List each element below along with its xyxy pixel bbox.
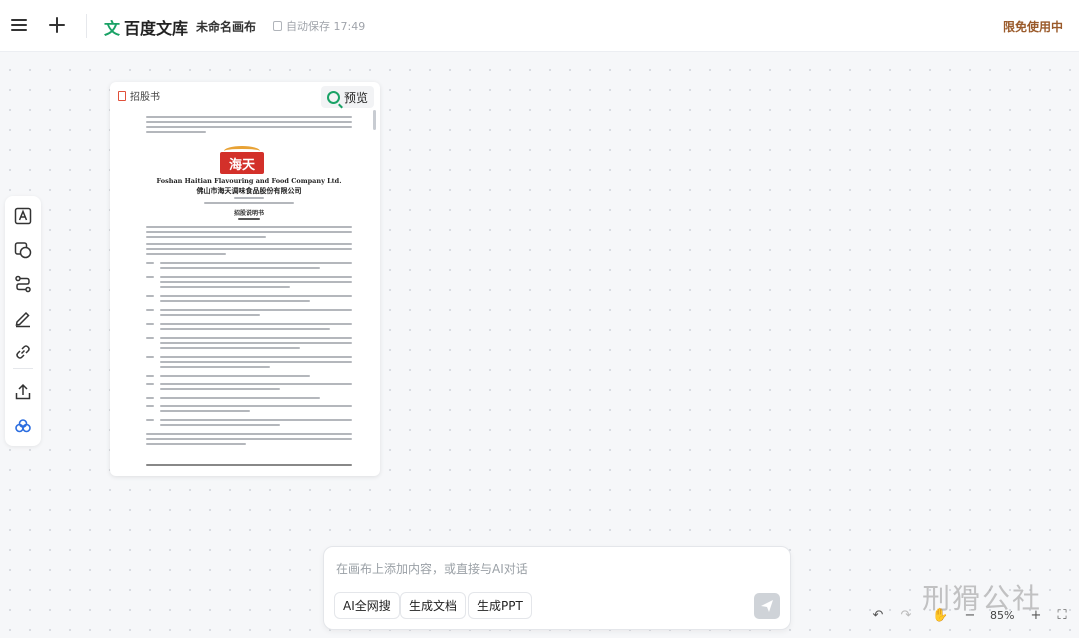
top-bar: 文 百度文库 未命名画布 自动保存 17:49 限免使用中 <box>0 0 1079 52</box>
fit-screen-icon[interactable]: ⛶ <box>1054 608 1070 624</box>
connector-icon[interactable] <box>13 274 33 294</box>
brand-icon: 文 <box>104 19 121 38</box>
generate-ppt-button[interactable]: 生成PPT <box>468 592 532 619</box>
zoom-controls: ↶ ↷ ✋ − 85% + ⛶ <box>868 604 1073 628</box>
ai-search-button[interactable]: AI全网搜 <box>334 592 400 619</box>
ai-chat-box: AI全网搜 生成文档 生成PPT <box>323 546 791 630</box>
preview-icon <box>326 90 340 104</box>
divider <box>86 14 87 38</box>
link-icon[interactable] <box>13 342 33 362</box>
brand-name: 百度文库 <box>124 19 189 38</box>
upload-icon[interactable] <box>13 382 33 402</box>
zoom-out-icon[interactable]: − <box>962 608 978 624</box>
send-button[interactable] <box>754 593 780 619</box>
preview-label: 预览 <box>343 90 368 105</box>
redo-icon[interactable]: ↷ <box>898 608 914 624</box>
send-icon <box>761 600 773 612</box>
brand-logo[interactable]: 文 百度文库 <box>104 15 188 39</box>
toolbar-divider <box>13 368 33 369</box>
zoom-level[interactable]: 85% <box>990 609 1014 622</box>
file-name: 招股书 <box>130 92 160 103</box>
autosave-status: 自动保存 17:49 <box>273 18 365 34</box>
page-heading: 招股说明书 <box>233 210 264 217</box>
company-name-en: Foshan Haitian Flavouring and Food Compa… <box>156 177 342 185</box>
canvas-title[interactable]: 未命名画布 <box>196 18 256 35</box>
preview-button[interactable]: 预览 <box>320 86 374 108</box>
save-icon <box>273 21 282 31</box>
generate-doc-button[interactable]: 生成文档 <box>400 592 467 619</box>
text-box-icon[interactable] <box>13 206 33 226</box>
left-toolbar <box>5 196 41 446</box>
pdf-icon <box>118 90 126 101</box>
company-logo: 海天 <box>220 152 264 174</box>
document-card[interactable]: 招股书 预览 海天 Foshan Haitian Flavouring and … <box>110 82 380 476</box>
scrollbar[interactable] <box>373 110 376 130</box>
ai-cloud-icon[interactable] <box>13 416 33 436</box>
zoom-in-icon[interactable]: + <box>1028 608 1044 624</box>
card-header: 招股书 <box>118 88 160 103</box>
autosave-text: 自动保存 17:49 <box>286 20 366 33</box>
new-icon[interactable] <box>46 14 68 36</box>
document-page-thumbnail: 海天 Foshan Haitian Flavouring and Food Co… <box>146 116 352 472</box>
shapes-icon[interactable] <box>13 240 33 260</box>
undo-icon[interactable]: ↶ <box>870 608 886 624</box>
pen-icon[interactable] <box>13 308 33 328</box>
hand-icon[interactable]: ✋ <box>932 608 948 624</box>
chat-input[interactable] <box>336 559 776 579</box>
free-use-badge[interactable]: 限免使用中 <box>1003 18 1063 35</box>
menu-icon[interactable] <box>8 14 30 36</box>
company-name-cn: 佛山市海天调味食品股份有限公司 <box>196 187 302 195</box>
